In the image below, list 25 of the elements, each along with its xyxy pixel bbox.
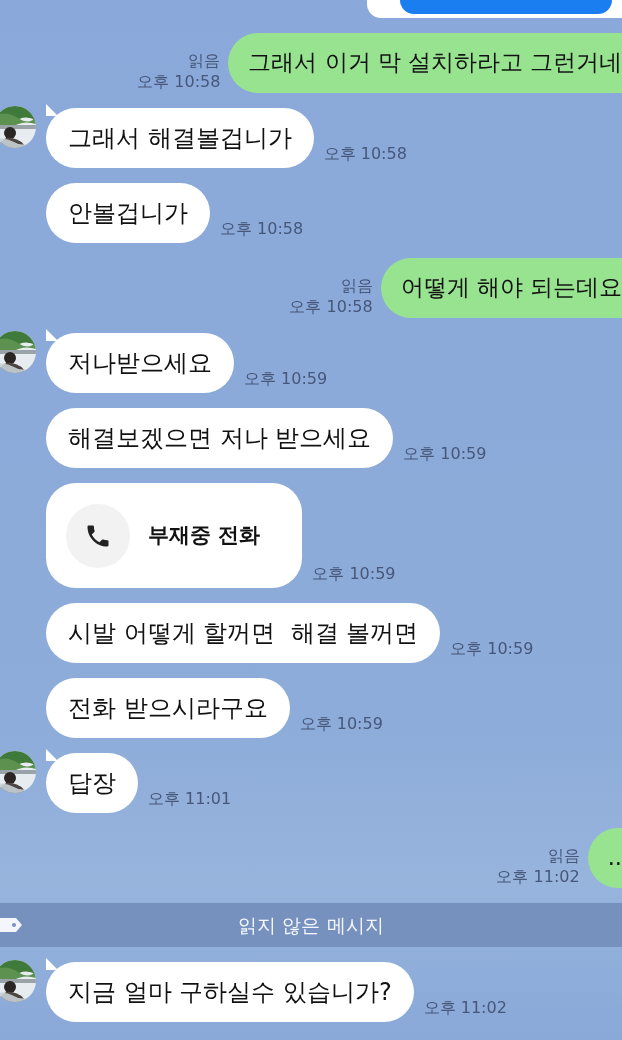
message-bubble: 시발 어떻게 할꺼면 해결 볼꺼면 [46,603,441,663]
timestamp: 오후 10:59 [244,368,328,390]
missed-call-card[interactable]: 부재중 전화 [46,483,303,588]
timestamp: 오후 10:59 [450,638,534,660]
timestamp: 오후 10:59 [403,443,487,465]
timestamp: 오후 10:58 [289,297,373,318]
call-label: 부재중 전화 [148,521,261,549]
read-receipt: 읽음 [188,51,221,73]
timestamp: 오후 10:58 [137,72,221,93]
timestamp: 오후 10:58 [323,143,407,165]
message-bubble: 전화 받으시라구요 [46,678,290,738]
read-receipt: 읽음 [547,846,580,868]
timestamp: 오후 10:58 [220,218,304,240]
message-bubble: .. [587,828,622,888]
message-bubble: 어떻게 해야 되는데요 [380,258,622,318]
message-bubble: 해결보겠으면 저나 받으세요 [46,408,394,468]
divider-label: 읽지 않은 메시지 [238,912,384,938]
timestamp: 오후 10:59 [312,563,396,585]
message-bubble: 그래서 이거 막 설치하라고 그런거네 [228,33,622,93]
timestamp: 오후 11:01 [148,788,232,810]
read-receipt: 읽음 [340,276,373,298]
timestamp: 오후 11:02 [496,867,580,888]
timestamp: 오후 11:02 [423,997,507,1019]
message-bubble: 안볼겁니가 [46,183,210,243]
timestamp: 오후 10:59 [299,713,383,735]
